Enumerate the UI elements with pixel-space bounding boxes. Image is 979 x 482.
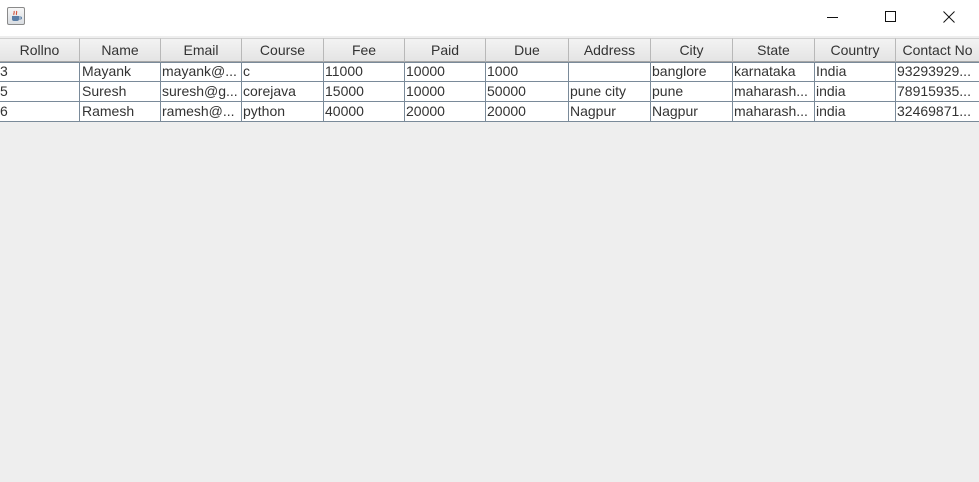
table-row[interactable]: 5 Suresh suresh@g... corejava 15000 1000… bbox=[0, 82, 979, 102]
maximize-button[interactable] bbox=[862, 0, 920, 34]
column-header-country[interactable]: Country bbox=[815, 38, 896, 62]
table-cell[interactable]: 40000 bbox=[324, 102, 405, 122]
table-cell[interactable]: banglore bbox=[651, 62, 733, 82]
table-cell[interactable]: pune bbox=[651, 82, 733, 102]
table-cell[interactable]: pune city bbox=[569, 82, 651, 102]
column-header-email[interactable]: Email bbox=[161, 38, 242, 62]
column-header-paid[interactable]: Paid bbox=[405, 38, 486, 62]
table-cell[interactable]: maharash... bbox=[733, 82, 815, 102]
maximize-icon bbox=[885, 11, 896, 22]
column-header-state[interactable]: State bbox=[733, 38, 815, 62]
column-header-due[interactable]: Due bbox=[486, 38, 569, 62]
table-cell[interactable]: mayank@... bbox=[161, 62, 242, 82]
table-cell[interactable]: 11000 bbox=[324, 62, 405, 82]
table-cell[interactable]: 10000 bbox=[405, 62, 486, 82]
java-cup-icon[interactable] bbox=[7, 7, 25, 25]
table-row[interactable]: 3 Mayank mayank@... c 11000 10000 1000 b… bbox=[0, 62, 979, 82]
table-cell[interactable]: 3 bbox=[0, 62, 80, 82]
application-window: Rollno Name Email Course Fee Paid Due Ad… bbox=[0, 0, 979, 482]
table-cell[interactable]: 10000 bbox=[405, 82, 486, 102]
table-cell[interactable] bbox=[569, 62, 651, 82]
title-bar bbox=[0, 0, 979, 36]
table-cell[interactable]: Nagpur bbox=[651, 102, 733, 122]
table-cell[interactable]: 20000 bbox=[405, 102, 486, 122]
table-cell[interactable]: python bbox=[242, 102, 324, 122]
table-cell[interactable]: Ramesh bbox=[80, 102, 161, 122]
table-cell[interactable]: india bbox=[815, 82, 896, 102]
minimize-icon bbox=[827, 17, 838, 18]
column-header-fee[interactable]: Fee bbox=[324, 38, 405, 62]
table-cell[interactable]: Suresh bbox=[80, 82, 161, 102]
table-cell[interactable]: corejava bbox=[242, 82, 324, 102]
close-icon bbox=[943, 11, 955, 23]
student-table[interactable]: Rollno Name Email Course Fee Paid Due Ad… bbox=[0, 38, 979, 482]
column-header-city[interactable]: City bbox=[651, 38, 733, 62]
table-cell[interactable]: karnataka bbox=[733, 62, 815, 82]
table-cell[interactable]: 5 bbox=[0, 82, 80, 102]
table-cell[interactable]: Nagpur bbox=[569, 102, 651, 122]
table-row[interactable]: 6 Ramesh ramesh@... python 40000 20000 2… bbox=[0, 102, 979, 122]
table-cell[interactable]: 6 bbox=[0, 102, 80, 122]
column-header-contact-no[interactable]: Contact No bbox=[896, 38, 979, 62]
column-header-course[interactable]: Course bbox=[242, 38, 324, 62]
table-cell[interactable]: 78915935... bbox=[896, 82, 979, 102]
close-button[interactable] bbox=[920, 0, 978, 34]
table-cell[interactable]: 1000 bbox=[486, 62, 569, 82]
table-cell[interactable]: 20000 bbox=[486, 102, 569, 122]
table-cell[interactable]: India bbox=[815, 62, 896, 82]
table-cell[interactable]: suresh@g... bbox=[161, 82, 242, 102]
table-cell[interactable]: ramesh@... bbox=[161, 102, 242, 122]
table-cell[interactable]: maharash... bbox=[733, 102, 815, 122]
table-cell[interactable]: 15000 bbox=[324, 82, 405, 102]
column-header-rollno[interactable]: Rollno bbox=[0, 38, 80, 62]
table-cell[interactable]: Mayank bbox=[80, 62, 161, 82]
table-cell[interactable]: 50000 bbox=[486, 82, 569, 102]
table-header: Rollno Name Email Course Fee Paid Due Ad… bbox=[0, 38, 979, 62]
table-cell[interactable]: india bbox=[815, 102, 896, 122]
table-cell[interactable]: c bbox=[242, 62, 324, 82]
column-header-address[interactable]: Address bbox=[569, 38, 651, 62]
table-cell[interactable]: 93293929... bbox=[896, 62, 979, 82]
table-cell[interactable]: 32469871... bbox=[896, 102, 979, 122]
column-header-name[interactable]: Name bbox=[80, 38, 161, 62]
minimize-button[interactable] bbox=[804, 0, 862, 34]
